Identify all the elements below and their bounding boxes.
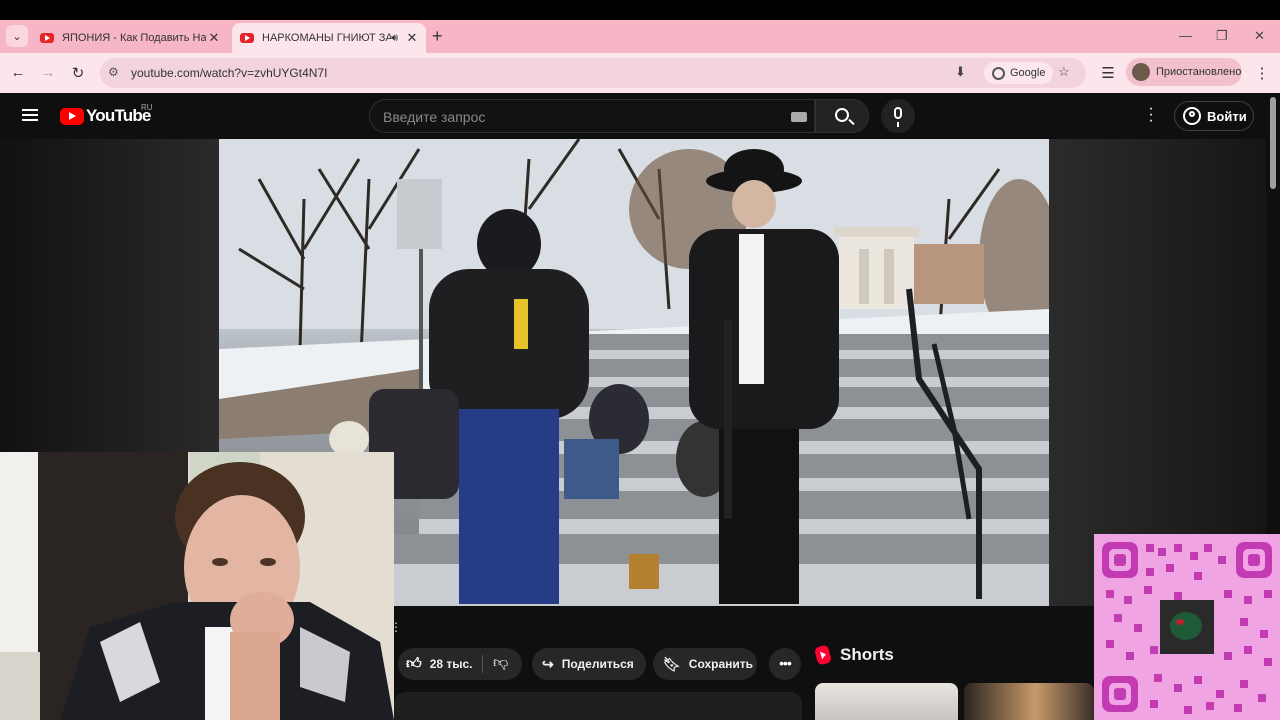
like-button[interactable]: 👍︎ 28 тыс. (406, 655, 473, 673)
signin-label: Войти (1207, 108, 1247, 124)
save-button[interactable]: 🔖︎ Сохранить (653, 648, 757, 680)
qr-code-image (1094, 534, 1280, 720)
save-label: Сохранить (688, 657, 754, 671)
thumbs-down-icon[interactable]: 👎︎ (493, 654, 508, 672)
shorts-icon (813, 644, 833, 666)
bookmark-star-icon[interactable]: ☆ (1058, 64, 1070, 80)
ambient-glow (0, 139, 219, 459)
microphone-icon (894, 107, 902, 127)
google-lens-icon (992, 66, 1005, 80)
share-label: Поделиться (561, 657, 634, 671)
avatar (1132, 63, 1150, 81)
install-app-icon[interactable]: ⬇ (955, 64, 966, 80)
like-dislike-group: 👍︎ 28 тыс. 👎︎ (398, 648, 522, 680)
new-tab-button[interactable]: + (432, 27, 443, 45)
back-arrow-icon[interactable]: ← (8, 64, 28, 81)
youtube-logo[interactable]: YouTube (60, 106, 151, 126)
like-count: 28 тыс. (429, 657, 473, 671)
user-icon (1183, 107, 1201, 125)
search-placeholder: Введите запрос (383, 109, 486, 125)
youtube-header: YouTube RU Введите запрос · · · Войти (0, 93, 1266, 139)
bookmark-icon: 🔖︎ (663, 655, 681, 672)
address-bar-row: ← → ↻ ⚙ youtube.com/watch?v=zvhUYGt4N7I … (0, 53, 1280, 93)
signin-button[interactable]: Войти (1174, 101, 1254, 131)
description-box[interactable] (394, 692, 802, 720)
tab-active-video[interactable]: НАРКОМАНЫ ГНИЮТ ЗА 🔊︎ ✕ (232, 23, 426, 53)
voice-search-button[interactable] (881, 99, 915, 133)
share-arrow-icon: ↪ (542, 655, 554, 672)
hamburger-menu-icon[interactable] (22, 109, 38, 121)
restore-icon[interactable]: ❐ (1216, 28, 1228, 44)
search-input[interactable]: Введите запрос (369, 99, 815, 133)
keyboard-icon[interactable] (791, 112, 807, 122)
search-icon (835, 108, 849, 122)
youtube-play-icon (60, 107, 84, 125)
settings-more-icon[interactable]: · · · (1146, 101, 1156, 129)
profile-button[interactable]: Приостановлено (1126, 58, 1242, 86)
forward-arrow-icon[interactable]: → (38, 64, 58, 81)
scrollbar-thumb[interactable] (1270, 97, 1276, 189)
search-button[interactable] (815, 99, 869, 133)
tab-search-button[interactable]: ⌄ (6, 25, 28, 47)
omnibox[interactable]: ⚙ youtube.com/watch?v=zvhUYGt4N7I ⬇ Goog… (100, 58, 1086, 88)
google-chip-label: Google (1010, 67, 1046, 79)
speaker-icon[interactable]: 🔊︎ (391, 32, 398, 45)
thumbs-up-icon: 👍︎ (406, 655, 422, 672)
google-lens-chip[interactable]: Google (984, 62, 1054, 84)
browser-menu-icon[interactable]: ⋮ (1252, 64, 1272, 82)
webcam-frame (0, 452, 394, 720)
divider (482, 655, 483, 673)
region-code: RU (141, 103, 153, 112)
close-icon[interactable]: ✕ (206, 30, 222, 46)
short-thumbnail[interactable] (815, 683, 958, 720)
short-thumbnail[interactable] (964, 683, 1094, 720)
youtube-favicon-icon (240, 33, 254, 43)
url-text[interactable]: youtube.com/watch?v=zvhUYGt4N7I (131, 66, 327, 80)
reload-icon[interactable]: ↻ (68, 64, 88, 82)
webcam-overlay (0, 452, 394, 720)
tab-title: ЯПОНИЯ - Как Подавить Нац (62, 32, 206, 44)
youtube-favicon-icon (40, 33, 54, 43)
window-close-icon[interactable]: ✕ (1254, 28, 1265, 44)
share-button[interactable]: ↪ Поделиться (532, 648, 646, 680)
shorts-title: Shorts (840, 645, 894, 664)
qr-code-pattern (1094, 534, 1280, 720)
more-actions-button[interactable]: ••• (769, 648, 801, 680)
tab-japan[interactable]: ЯПОНИЯ - Как Подавить Нац ✕ (32, 23, 228, 53)
tab-bar: ⌄ ЯПОНИЯ - Как Подавить Нац ✕ НАРКОМАНЫ … (0, 20, 1280, 53)
shorts-header: Shorts (813, 644, 894, 666)
site-info-icon[interactable]: ⚙ (108, 65, 119, 79)
profile-status: Приостановлено (1156, 66, 1242, 78)
screen-top-bezel (0, 0, 1280, 20)
close-icon[interactable]: ✕ (404, 30, 420, 46)
reading-list-icon[interactable]: ☰ (1098, 64, 1118, 82)
minimize-icon[interactable]: — (1179, 28, 1192, 43)
tab-title: НАРКОМАНЫ ГНИЮТ ЗА (262, 32, 392, 44)
